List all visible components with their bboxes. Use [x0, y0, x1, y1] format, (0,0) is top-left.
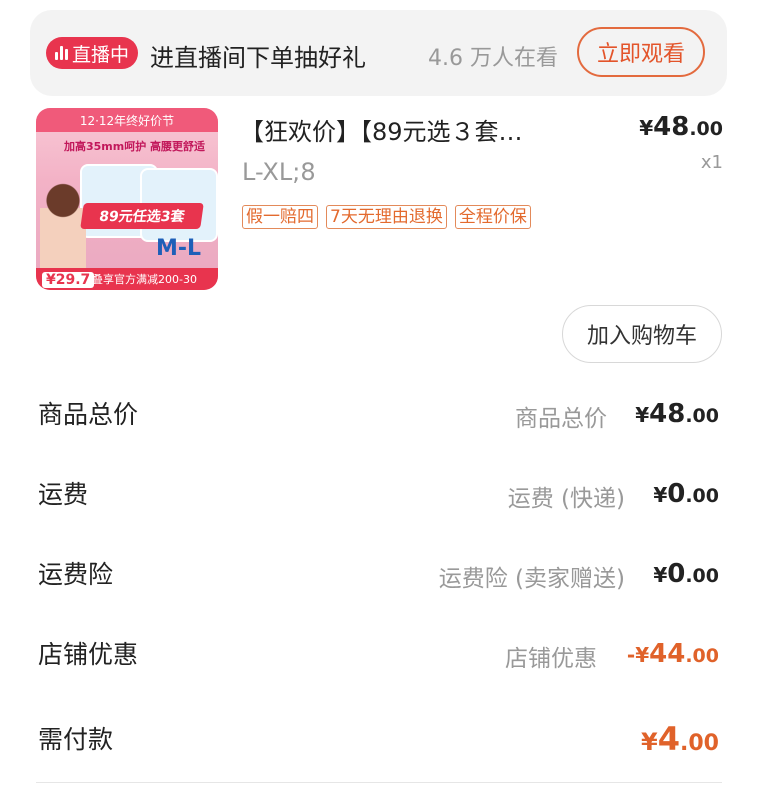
live-promo-text: 进直播间下单抽好礼 [150, 44, 366, 72]
amount-integer: 4 [657, 720, 681, 758]
product-price: ¥48.00 [639, 112, 723, 142]
amount-decimal: .00 [685, 485, 719, 507]
goods-total-label: 商品总价 [38, 400, 139, 429]
amount-decimal: .00 [685, 565, 719, 587]
amount-decimal: .00 [685, 405, 719, 427]
shipping-row: 运费 运费 (快递) ¥0.00 [0, 475, 757, 535]
service-tag: 假一赔四 [242, 205, 318, 229]
thumbnail-banner: 12·12年终好价节 [36, 108, 218, 132]
product-quantity: x1 [700, 152, 723, 173]
currency-symbol: ¥ [635, 403, 650, 427]
currency-symbol: ¥ [653, 483, 668, 507]
price-integer: 48 [653, 112, 690, 142]
goods-total-amount: ¥48.00 [635, 399, 719, 429]
currency-symbol: ¥ [641, 728, 658, 756]
divider [36, 782, 722, 783]
currency-symbol: ¥ [635, 643, 650, 667]
shipping-amount: ¥0.00 [653, 479, 719, 509]
service-tag: 7天无理由退换 [326, 205, 447, 229]
thumbnail-size-label: M-L [156, 236, 202, 261]
service-tags: 假一赔四 7天无理由退换 全程价保 [242, 205, 531, 229]
shipping-insurance-sub: 运费险 (卖家赠送) [438, 566, 625, 592]
live-badge: 直播中 [46, 37, 138, 69]
product-title[interactable]: 【狂欢价】【89元选３套… [240, 112, 610, 147]
live-banner[interactable]: 直播中 进直播间下单抽好礼 4.6 万人在看 立即观看 [30, 10, 727, 96]
price-decimal: .00 [689, 118, 723, 140]
add-to-cart-button[interactable]: 加入购物车 [562, 305, 722, 363]
payable-amount: ¥4.00 [641, 720, 719, 758]
live-bars-icon [54, 46, 68, 60]
amount-integer: 0 [667, 479, 686, 509]
shipping-label: 运费 [38, 480, 89, 509]
thumbnail-subtitle: 加高35mm呵护 高腰更舒适 [64, 140, 206, 153]
payable-row: 需付款 ¥4.00 [0, 720, 757, 780]
thumbnail-ribbon: 89元任选3套 [80, 203, 204, 229]
payable-label: 需付款 [38, 725, 114, 754]
currency-symbol: ¥ [653, 563, 668, 587]
minus-sign: - [626, 643, 636, 667]
amount-integer: 0 [667, 559, 686, 589]
store-discount-sub: 店铺优惠 [505, 646, 597, 672]
shipping-sub: 运费 (快递) [507, 486, 625, 512]
product-variant[interactable]: L-XL;8 [242, 158, 316, 186]
amount-integer: 44 [649, 639, 686, 669]
amount-decimal: .00 [680, 731, 719, 756]
store-discount-row[interactable]: 店铺优惠 店铺优惠 -¥44.00 [0, 635, 757, 695]
thumbnail-price-tag: ¥29.7 [42, 272, 95, 288]
live-badge-label: 直播中 [71, 43, 129, 66]
watch-now-button[interactable]: 立即观看 [577, 27, 705, 77]
goods-total-sub: 商品总价 [515, 406, 607, 432]
goods-total-row: 商品总价 商品总价 ¥48.00 [0, 395, 757, 455]
amount-integer: 48 [649, 399, 686, 429]
service-tag: 全程价保 [454, 205, 531, 229]
shipping-insurance-label: 运费险 [38, 560, 114, 589]
currency-symbol: ¥ [639, 116, 654, 140]
shipping-insurance-amount: ¥0.00 [653, 559, 719, 589]
store-discount-label: 店铺优惠 [38, 640, 139, 669]
store-discount-amount: -¥44.00 [627, 639, 719, 669]
product-thumbnail[interactable]: 12·12年终好价节 加高35mm呵护 高腰更舒适 89元任选3套 M-L 叠享… [36, 108, 218, 290]
live-viewer-count: 4.6 万人在看 [428, 46, 558, 71]
model-image [40, 178, 86, 268]
shipping-insurance-row: 运费险 运费险 (卖家赠送) ¥0.00 [0, 555, 757, 615]
amount-decimal: .00 [685, 645, 719, 667]
